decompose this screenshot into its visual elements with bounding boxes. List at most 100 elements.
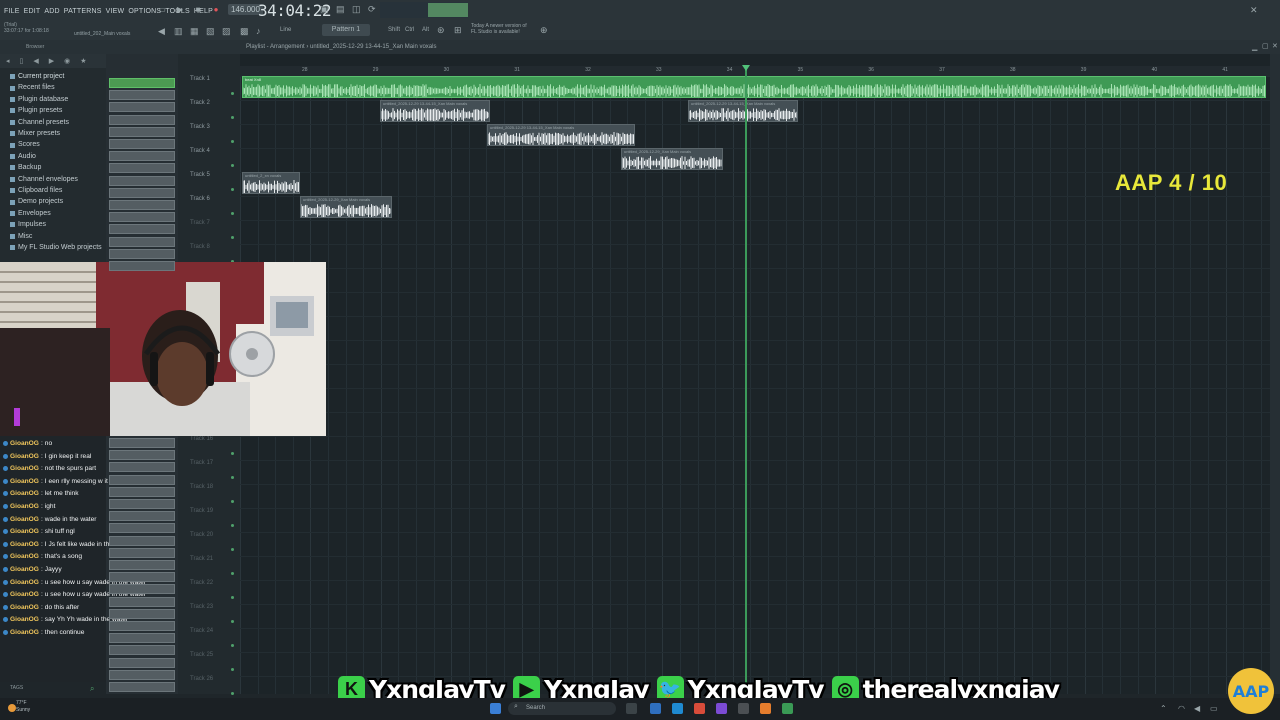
wifi-icon[interactable]: ◠ <box>1178 704 1185 713</box>
audio-clip[interactable]: untitled_2_xn voxals <box>242 172 300 194</box>
track-name[interactable]: Track 26 <box>190 676 213 682</box>
piano-roll-icon[interactable]: ▧ <box>206 26 215 37</box>
channel-button[interactable] <box>109 224 175 235</box>
pat-song-toggle-icon[interactable]: ▭ <box>156 3 168 15</box>
channel-button[interactable] <box>109 682 175 692</box>
file-explorer-icon[interactable] <box>650 703 661 714</box>
track-mute-dot[interactable] <box>231 164 234 167</box>
channel-button[interactable] <box>109 499 175 509</box>
channel-button[interactable] <box>109 657 175 668</box>
track-name[interactable]: Track 25 <box>190 652 213 658</box>
track-name[interactable]: Track 18 <box>190 484 213 490</box>
channel-button[interactable] <box>109 438 175 448</box>
volume-icon[interactable]: ◀ <box>1194 704 1200 713</box>
audio-clip[interactable]: untitled_2025-12-29_Xan Main voxals <box>300 196 392 218</box>
track-name[interactable]: Track 19 <box>190 508 213 514</box>
track-mute-dot[interactable] <box>231 524 234 527</box>
track-name[interactable]: Track 4 <box>190 148 210 154</box>
browser-back-icon[interactable]: ◂ <box>6 57 10 65</box>
browser-file-icon[interactable]: ▯ <box>20 57 24 65</box>
browser-item[interactable]: Demo projects <box>10 196 102 207</box>
menu-edit[interactable]: EDIT <box>24 8 41 15</box>
app-icon[interactable] <box>782 703 793 714</box>
record-icon[interactable]: ● <box>210 3 222 15</box>
track-mute-dot[interactable] <box>231 572 234 575</box>
browser-prev-icon[interactable]: ◀ <box>33 57 38 65</box>
browser-item[interactable]: Recent files <box>10 82 102 93</box>
browser-item[interactable]: Channel envelopes <box>10 174 102 185</box>
track-mute-dot[interactable] <box>231 620 234 623</box>
track-mute-dot[interactable] <box>231 140 234 143</box>
loop-record-icon[interactable]: ⟳ <box>368 4 376 15</box>
channel-button[interactable] <box>109 261 175 271</box>
channel-button[interactable] <box>109 535 175 546</box>
fl-studio-icon[interactable] <box>760 703 771 714</box>
track-mute-dot[interactable] <box>231 92 234 95</box>
browser-item[interactable]: Envelopes <box>10 208 102 219</box>
task-view-icon[interactable] <box>626 703 637 714</box>
channel-button[interactable] <box>109 645 175 656</box>
browser-item[interactable]: Clipboard files <box>10 185 102 196</box>
obs-icon[interactable] <box>738 703 749 714</box>
playlist-max-icon[interactable]: ▢ <box>1262 42 1269 50</box>
channel-button[interactable] <box>109 78 175 88</box>
track-mute-dot[interactable] <box>231 236 234 239</box>
track-name[interactable]: Track 21 <box>190 556 213 562</box>
playlist-min-icon[interactable]: ▁ <box>1252 43 1257 51</box>
track-name[interactable]: Track 17 <box>190 460 213 466</box>
track-name[interactable]: Track 8 <box>190 244 210 250</box>
track-name[interactable]: Track 20 <box>190 532 213 538</box>
browser-item[interactable]: Backup <box>10 162 102 173</box>
menu-view[interactable]: VIEW <box>106 8 125 15</box>
weather-widget[interactable]: 77°F Sunny <box>16 700 30 714</box>
menu-file[interactable]: FILE <box>4 8 20 15</box>
playlist-scrollbar[interactable] <box>1270 54 1280 694</box>
audio-clip[interactable]: untitled_2025-12-29 13-44-15_Xan Main vo… <box>688 100 798 122</box>
countdown-icon[interactable]: ◫ <box>352 4 361 15</box>
browser-item[interactable]: Channel presets <box>10 117 102 128</box>
browser-star-icon[interactable]: ★ <box>80 57 86 65</box>
track-mute-dot[interactable] <box>231 476 234 479</box>
discord-icon[interactable] <box>716 703 727 714</box>
track-mute-dot[interactable] <box>231 668 234 671</box>
track-name[interactable]: Track 6 <box>190 196 210 202</box>
playhead-marker[interactable] <box>742 65 750 71</box>
channel-button[interactable] <box>109 462 175 473</box>
ctrl-key[interactable]: Ctrl <box>405 27 414 33</box>
browser-next-icon[interactable]: ▶ <box>49 57 54 65</box>
track-mute-dot[interactable] <box>231 548 234 551</box>
channel-button[interactable] <box>109 511 175 522</box>
channel-button[interactable] <box>109 102 175 113</box>
channel-button[interactable] <box>109 212 175 223</box>
channel-button[interactable] <box>109 151 175 162</box>
play-icon[interactable]: ▶ <box>174 3 186 15</box>
track-mute-dot[interactable] <box>231 644 234 647</box>
channel-button[interactable] <box>109 560 175 570</box>
browser-item[interactable]: Current project <box>10 71 102 82</box>
browser-item[interactable]: Audio <box>10 151 102 162</box>
track-mute-dot[interactable] <box>231 452 234 455</box>
windows-start-icon[interactable] <box>490 703 501 714</box>
menu-patterns[interactable]: PATTERNS <box>64 8 102 15</box>
channel-button[interactable] <box>109 474 175 485</box>
pattern-prev-icon[interactable]: ◀ <box>158 26 165 37</box>
timeline-ruler[interactable] <box>240 66 1270 76</box>
browser-item[interactable]: Scores <box>10 139 102 150</box>
browser-item[interactable]: Plugin presets <box>10 105 102 116</box>
channel-button[interactable] <box>109 584 175 595</box>
browser-item[interactable]: Mixer presets <box>10 128 102 139</box>
channel-button[interactable] <box>109 139 175 149</box>
playlist-close-icon[interactable]: ✕ <box>1272 42 1278 50</box>
help-icon[interactable]: ⊛ <box>437 25 445 36</box>
browser-item[interactable]: Plugin database <box>10 94 102 105</box>
snap-selector[interactable]: Line <box>280 27 291 33</box>
track-name[interactable]: Track 23 <box>190 604 213 610</box>
track-name[interactable]: Track 5 <box>190 172 210 178</box>
track-mute-dot[interactable] <box>231 188 234 191</box>
close-icon[interactable]: ✕ <box>1250 5 1258 16</box>
tray-chevron-icon[interactable]: ⌃ <box>1160 704 1167 713</box>
channel-button[interactable] <box>109 90 175 101</box>
edge-icon[interactable] <box>672 703 683 714</box>
channel-button[interactable] <box>109 486 175 497</box>
channel-button[interactable] <box>109 236 175 247</box>
